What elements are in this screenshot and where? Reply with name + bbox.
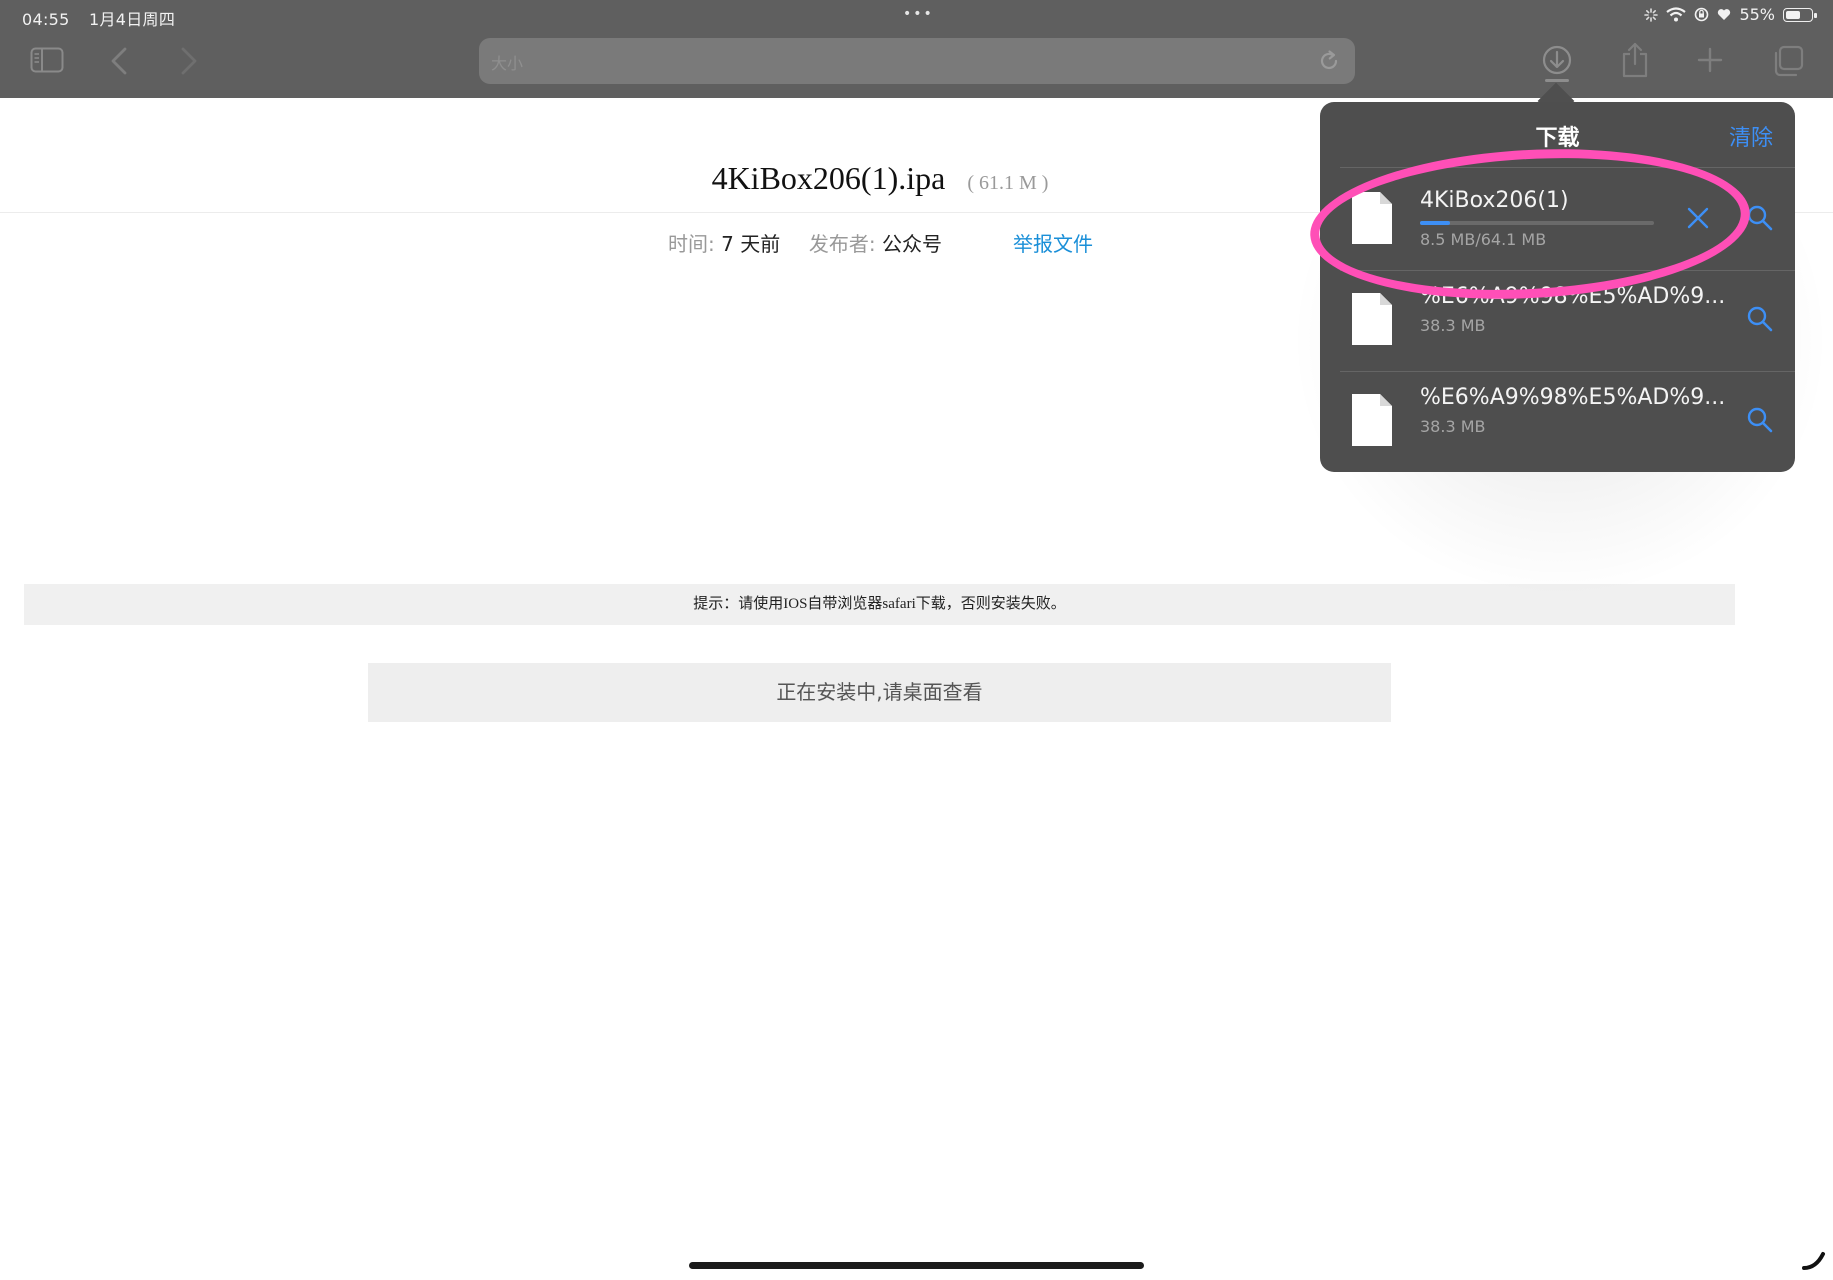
file-icon xyxy=(1352,394,1392,446)
time-value: 7 天前 xyxy=(721,232,781,256)
activity-icon xyxy=(1644,7,1659,22)
install-status-button[interactable]: 正在安装中,请桌面查看 xyxy=(368,663,1391,722)
address-bar[interactable]: 大小 xyxy=(479,38,1355,84)
wifi-icon xyxy=(1666,7,1687,22)
time-label: 时间: xyxy=(668,232,715,256)
download-size: 38.3 MB xyxy=(1420,316,1486,335)
multitasking-dots[interactable]: ••• xyxy=(903,6,934,22)
sidebar-icon[interactable] xyxy=(30,47,64,73)
download-item[interactable]: %E6%A9%98%E5%AD%9... 38.3 MB xyxy=(1320,372,1795,472)
status-bar-right: 55% xyxy=(1644,5,1817,24)
pencil-mark-icon xyxy=(1802,1252,1825,1270)
status-bar-left: 04:55 1月4日周四 xyxy=(22,6,189,30)
search-icon[interactable] xyxy=(1746,204,1774,232)
download-icon[interactable] xyxy=(1541,44,1573,84)
file-meta: 时间: 7 天前 发布者: 公众号 xyxy=(668,228,942,257)
status-date: 1月4日周四 xyxy=(89,10,176,29)
battery-icon xyxy=(1783,7,1817,22)
orientation-lock-icon xyxy=(1695,7,1709,22)
tabs-icon[interactable] xyxy=(1772,45,1804,77)
heart-icon xyxy=(1718,9,1731,20)
status-time: 04:55 xyxy=(22,10,70,29)
file-name: 4KiBox206(1).ipa xyxy=(711,160,946,196)
reload-icon[interactable] xyxy=(1317,49,1341,73)
publisher-value: 公众号 xyxy=(882,232,943,256)
file-size: ( 61.1 M ) xyxy=(967,172,1049,194)
forward-chevron-icon[interactable] xyxy=(180,47,198,75)
home-indicator[interactable] xyxy=(689,1262,1144,1269)
downloads-title: 下载 xyxy=(1535,126,1580,151)
report-file-link[interactable]: 举报文件 xyxy=(1013,228,1093,257)
search-icon[interactable] xyxy=(1746,406,1774,434)
download-name: %E6%A9%98%E5%AD%9... xyxy=(1420,385,1726,410)
address-text: 大小 xyxy=(491,54,524,73)
publisher-label: 发布者: xyxy=(808,232,876,256)
file-icon xyxy=(1352,293,1392,345)
share-icon[interactable] xyxy=(1620,42,1650,78)
download-size: 38.3 MB xyxy=(1420,417,1486,436)
clear-downloads-button[interactable]: 清除 xyxy=(1729,120,1773,152)
search-icon[interactable] xyxy=(1746,305,1774,333)
battery-percent: 55% xyxy=(1739,5,1775,24)
plus-icon[interactable] xyxy=(1697,47,1723,73)
screen: 04:55 1月4日周四 ••• 55% 大小 4KiBox206(1).ipa… xyxy=(0,0,1833,1280)
back-chevron-icon[interactable] xyxy=(110,47,128,75)
